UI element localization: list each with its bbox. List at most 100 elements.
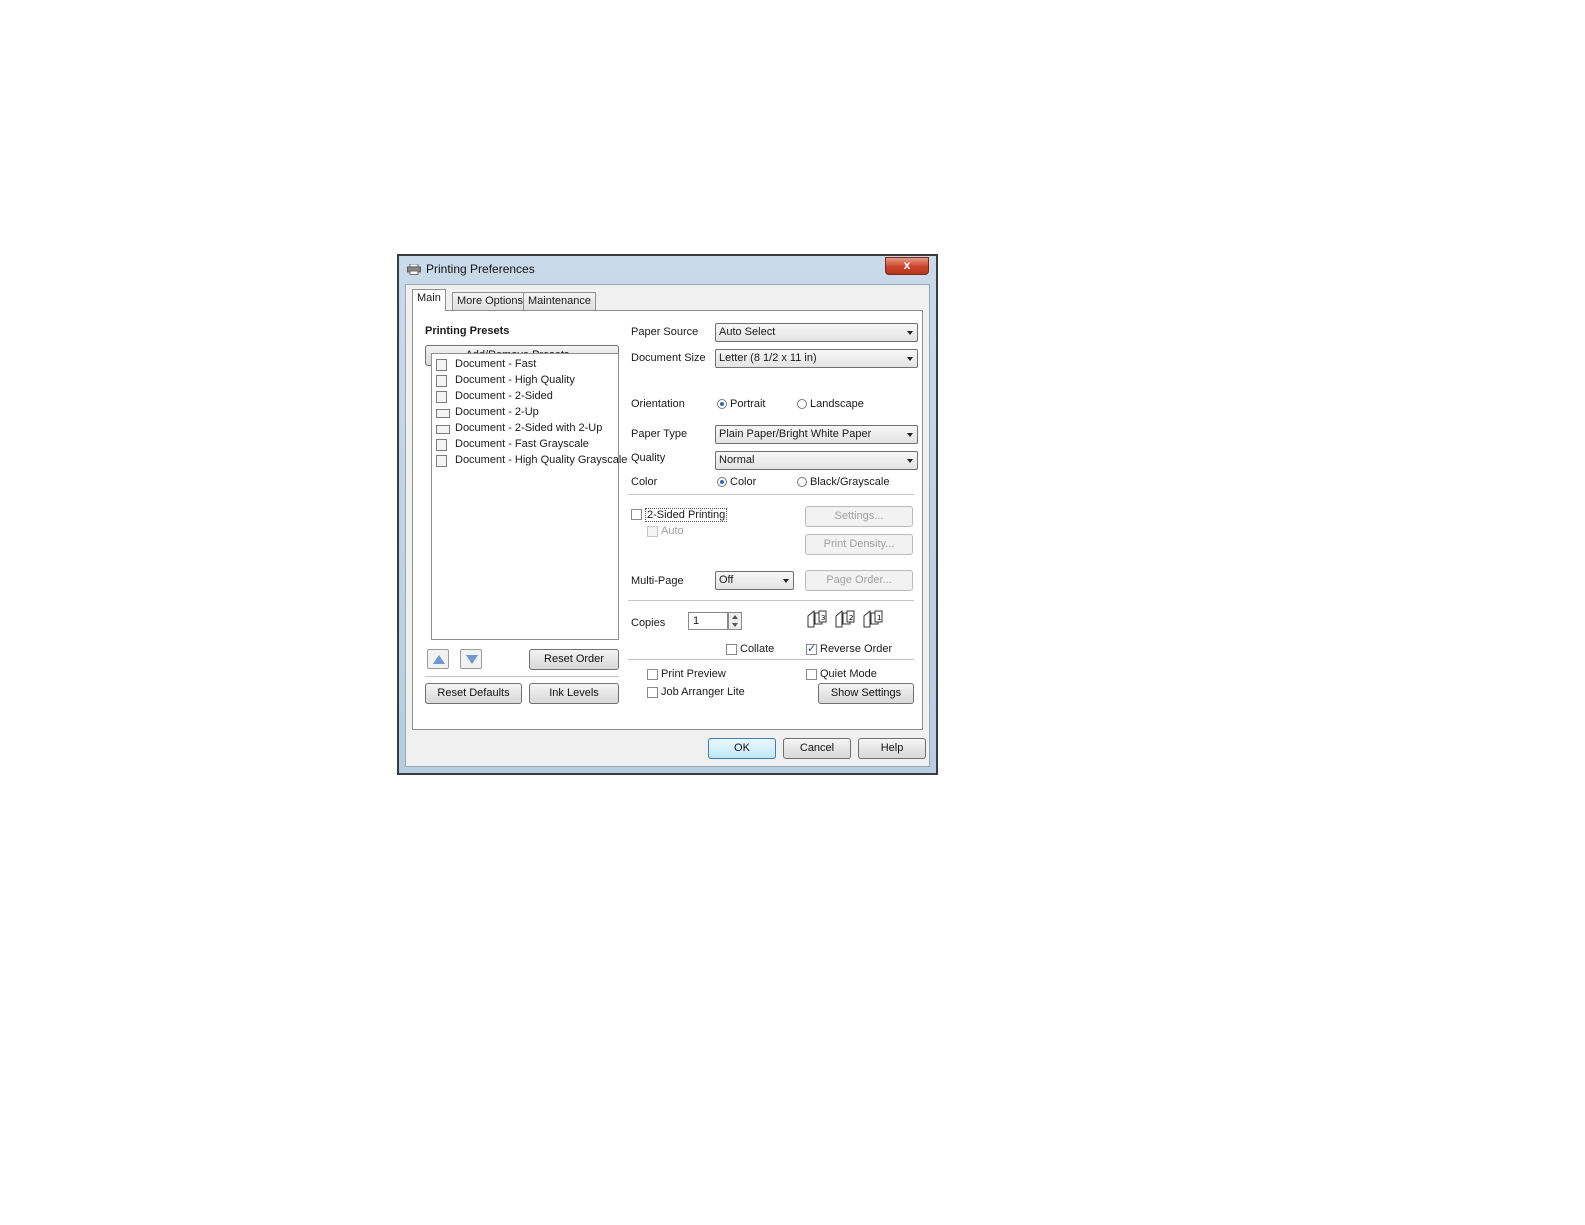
help-button[interactable]: Help [858,738,926,759]
paper-source-label: Paper Source [631,326,699,338]
print-density-button[interactable]: Print Density... [805,534,913,555]
quality-select[interactable]: Normal [715,451,918,470]
chevron-down-icon [907,433,913,437]
svg-text:1: 1 [877,614,881,622]
printer-icon [407,264,421,275]
preset-label: Document - 2-Sided with 2-Up [455,422,603,434]
stepper-down-icon [732,623,738,627]
tab-label: More Options [457,295,524,307]
tab-main[interactable]: Main [412,289,446,311]
reset-order-button[interactable]: Reset Order [529,649,619,670]
paper-source-value: Auto Select [719,326,776,338]
copies-stepper[interactable] [728,612,742,630]
black-grayscale-label: Black/Grayscale [810,476,890,488]
svg-text:2: 2 [849,614,853,622]
quality-value: Normal [719,454,755,466]
landscape-label: Landscape [810,398,864,410]
divider [628,659,914,660]
document-size-value: Letter (8 1/2 x 11 in) [719,352,817,364]
printing-preferences-dialog: Printing Preferences x Main More Options… [397,254,938,775]
collate-label: Collate [740,643,775,655]
paper-type-label: Paper Type [631,428,688,440]
color-label: Color [631,476,658,488]
close-button[interactable]: x [885,257,929,275]
copies-value: 1 [693,615,700,627]
reset-defaults-button[interactable]: Reset Defaults [425,683,522,704]
document-fast-icon [436,359,447,371]
preset-label: Document - Fast [455,358,537,370]
color-option-label: Color [730,476,757,488]
landscape-radio[interactable] [797,399,807,409]
svg-text:3: 3 [821,614,825,622]
arrow-up-icon [433,655,445,664]
portrait-radio[interactable] [717,399,727,409]
divider [628,600,914,601]
quality-label: Quality [631,452,666,464]
preset-label: Document - 2-Sided [455,390,553,402]
move-down-button[interactable] [460,649,482,669]
chevron-down-icon [907,459,913,463]
copies-input[interactable]: 1 [688,612,728,630]
job-arranger-lite-checkbox[interactable] [647,687,658,698]
paper-source-select[interactable]: Auto Select [715,323,918,342]
chevron-down-icon [783,579,789,583]
ok-button[interactable]: OK [708,738,776,759]
quiet-mode-checkbox[interactable] [806,669,817,680]
divider [425,676,619,677]
chevron-down-icon [907,357,913,361]
quiet-mode-label: Quiet Mode [820,668,877,680]
multi-page-value: Off [719,574,734,586]
title-bar: Printing Preferences x [399,256,936,284]
paper-type-select[interactable]: Plain Paper/Bright White Paper [715,425,918,444]
tab-maintenance[interactable]: Maintenance [523,292,596,310]
page-order-button[interactable]: Page Order... [805,570,913,591]
document-size-select[interactable]: Letter (8 1/2 x 11 in) [715,349,918,368]
preset-label: Document - High Quality Grayscale [455,454,628,466]
job-arranger-lite-label: Job Arranger Lite [661,686,745,698]
presets-list[interactable]: Document - Fast Document - High Quality … [431,353,627,640]
main-tab-panel: Printing Presets Add/Remove Presets... D… [412,310,923,730]
document-2-sided-icon [436,391,447,403]
preset-label: Document - Fast Grayscale [455,438,589,450]
window-title: Printing Preferences [426,262,535,276]
print-preview-checkbox[interactable] [647,669,658,680]
two-sided-printing-label: 2-Sided Printing [645,508,728,522]
close-icon: x [903,258,911,272]
preset-label: Document - 2-Up [455,406,539,418]
color-radio[interactable] [717,477,727,487]
divider [628,494,914,495]
preset-label: Document - High Quality [455,374,575,386]
tab-label: Main [417,292,441,304]
two-sided-printing-checkbox[interactable] [631,509,642,520]
arrow-down-icon [466,655,478,664]
page-order-stack-icon: 1 [863,610,883,628]
settings-button[interactable]: Settings... [805,506,913,527]
show-settings-button[interactable]: Show Settings [818,683,914,704]
printing-presets-heading: Printing Presets [425,325,510,337]
multi-page-select[interactable]: Off [715,571,794,590]
page-order-stack-icon: 3 [807,610,827,628]
print-preview-label: Print Preview [661,668,726,680]
tab-more-options[interactable]: More Options [452,292,529,310]
dialog-client-area: Main More Options Maintenance Printing P… [405,284,930,767]
stepper-up-icon [732,615,738,619]
reverse-order-label: Reverse Order [820,643,893,655]
black-grayscale-radio[interactable] [797,477,807,487]
document-2-up-icon [436,409,450,418]
auto-label: Auto [661,525,684,537]
move-up-button[interactable] [427,649,449,669]
paper-type-value: Plain Paper/Bright White Paper [719,428,872,440]
auto-checkbox[interactable] [647,526,658,537]
document-high-quality-icon [436,375,447,387]
collate-checkbox[interactable] [726,644,737,655]
page-order-stack-icon: 2 [835,610,855,628]
reverse-order-checkbox[interactable] [806,642,817,655]
document-high-quality-grayscale-icon [436,455,447,467]
document-size-label: Document Size [631,352,706,364]
chevron-down-icon [907,331,913,335]
ink-levels-button[interactable]: Ink Levels [529,683,619,704]
tab-label: Maintenance [528,295,591,307]
cancel-button[interactable]: Cancel [783,738,851,759]
copies-label: Copies [631,617,666,629]
document-fast-grayscale-icon [436,439,447,451]
